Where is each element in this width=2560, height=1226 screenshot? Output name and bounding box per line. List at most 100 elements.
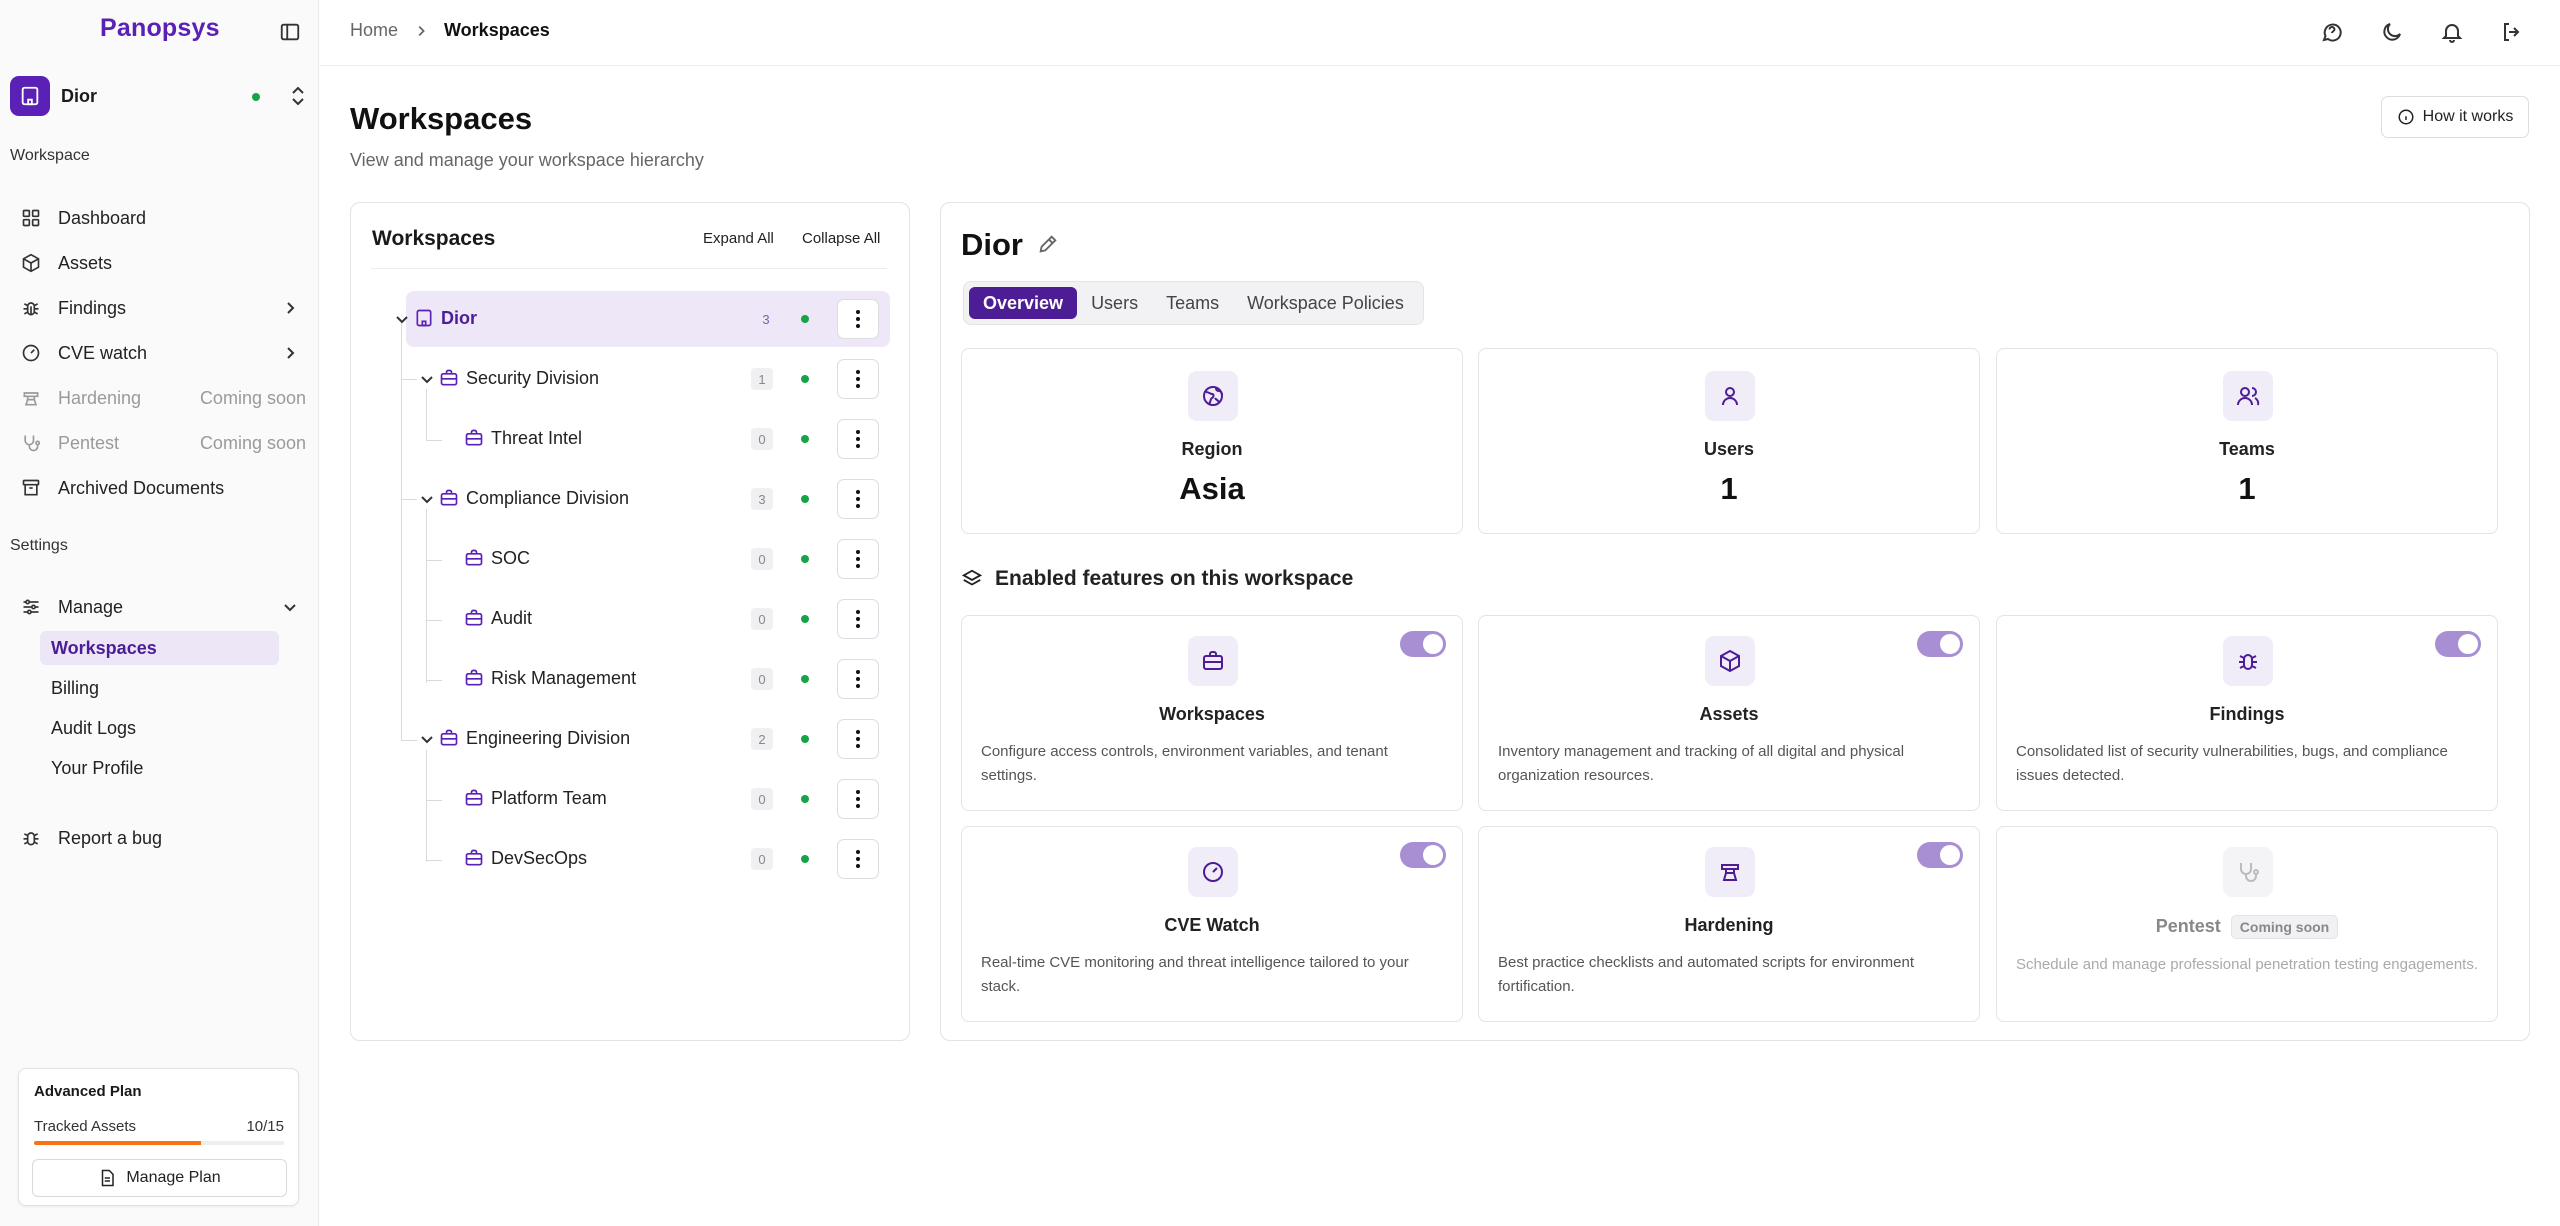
moon-icon[interactable] xyxy=(2380,20,2404,44)
more-vertical-icon[interactable] xyxy=(837,839,879,879)
tree-row[interactable]: DevSecOps 0 xyxy=(406,831,890,887)
chevron-down-icon[interactable] xyxy=(419,371,435,387)
more-vertical-icon[interactable] xyxy=(837,299,879,339)
briefcase-icon xyxy=(464,788,484,808)
feature-name: Pentest xyxy=(2155,915,2221,936)
stethoscope-icon xyxy=(2223,847,2273,897)
stat-label: Users xyxy=(1703,439,1755,459)
tab-overview[interactable]: Overview xyxy=(969,287,1078,319)
feature-toggle[interactable] xyxy=(1917,631,1963,657)
tab-teams[interactable]: Teams xyxy=(1152,287,1233,319)
tree-row[interactable]: SOC 0 xyxy=(406,531,890,587)
tree-node-name: Engineering Division xyxy=(466,728,631,748)
tree-row[interactable]: Compliance Division 3 xyxy=(406,471,890,527)
stat-value: 1 xyxy=(2238,471,2256,506)
nav-manage[interactable]: Manage xyxy=(10,587,306,627)
more-vertical-icon[interactable] xyxy=(837,659,879,699)
bell-icon[interactable] xyxy=(2440,20,2464,44)
more-vertical-icon[interactable] xyxy=(837,479,879,519)
child-count-badge: 0 xyxy=(751,668,773,690)
more-vertical-icon[interactable] xyxy=(837,419,879,459)
more-vertical-icon[interactable] xyxy=(837,359,879,399)
tree-row[interactable]: Dior 3 xyxy=(396,291,890,347)
panopsys-logo[interactable]: Panopsys xyxy=(100,14,220,43)
tree-row[interactable]: Engineering Division 2 xyxy=(406,711,890,767)
logout-icon[interactable] xyxy=(2500,20,2524,44)
box-icon xyxy=(20,252,42,274)
briefcase-icon xyxy=(439,488,459,508)
status-dot xyxy=(801,615,809,623)
sub-nav-your-profile[interactable]: Your Profile xyxy=(40,751,279,785)
nav-label: Archived Documents xyxy=(58,477,225,498)
more-vertical-icon[interactable] xyxy=(837,599,879,639)
tree-node-name: Security Division xyxy=(466,368,600,388)
building-icon xyxy=(10,76,50,116)
sidebar-toggle-icon[interactable] xyxy=(279,21,301,43)
plan-progress-fill xyxy=(34,1141,201,1145)
help-chat-icon[interactable] xyxy=(2320,20,2344,44)
stat-card-region: Region Asia xyxy=(961,348,1463,534)
feature-description: Consolidated list of security vulnerabil… xyxy=(2016,743,2448,784)
sub-nav-billing[interactable]: Billing xyxy=(40,671,279,705)
status-dot xyxy=(801,315,809,323)
child-count-badge: 3 xyxy=(762,311,770,327)
briefcase-icon xyxy=(464,848,484,868)
nav-findings[interactable]: Findings xyxy=(10,288,306,328)
nav-report-bug[interactable]: Report a bug xyxy=(10,818,306,858)
expand-all-button[interactable]: Expand All xyxy=(703,230,774,247)
feature-toggle[interactable] xyxy=(1400,631,1446,657)
nav-label: Report a bug xyxy=(58,827,163,848)
chevron-down-icon[interactable] xyxy=(419,491,435,507)
tree-node-name: Risk Management xyxy=(491,668,637,688)
features-heading: Enabled features on this workspace xyxy=(961,567,1353,591)
plan-card: Advanced Plan Tracked Assets 10/15 Manag… xyxy=(18,1068,299,1206)
tab-users[interactable]: Users xyxy=(1077,287,1152,319)
feature-card-assets: Assets Inventory management and tracking… xyxy=(1478,615,1980,811)
how-it-works-button[interactable]: How it works xyxy=(2381,96,2529,138)
toggle-knob xyxy=(1940,845,1960,865)
nav-dashboard[interactable]: Dashboard xyxy=(10,198,306,238)
feature-name-row: Pentest Coming soon xyxy=(1997,915,2497,939)
stat-label: Teams xyxy=(2219,439,2275,459)
feature-toggle[interactable] xyxy=(2435,631,2481,657)
status-dot xyxy=(801,435,809,443)
tree-row[interactable]: Platform Team 0 xyxy=(406,771,890,827)
nav-archived-documents[interactable]: Archived Documents xyxy=(10,468,306,508)
sub-nav-audit-logs[interactable]: Audit Logs xyxy=(40,711,279,745)
stat-value: 1 xyxy=(1720,471,1738,506)
feature-toggle[interactable] xyxy=(1400,842,1446,868)
chevron-right-icon xyxy=(282,345,298,361)
feature-card-cve-watch: CVE Watch Real-time CVE monitoring and t… xyxy=(961,826,1463,1022)
stat-card-teams: Teams 1 xyxy=(1996,348,2498,534)
pencil-icon[interactable] xyxy=(1037,233,1059,255)
manage-plan-button[interactable]: Manage Plan xyxy=(32,1159,287,1197)
how-it-works-label: How it works xyxy=(2422,108,2514,125)
topbar: Home Workspaces xyxy=(320,0,2560,66)
nav-assets[interactable]: Assets xyxy=(10,243,306,283)
sub-nav-workspaces[interactable]: Workspaces xyxy=(40,631,279,665)
more-vertical-icon[interactable] xyxy=(837,779,879,819)
briefcase-icon xyxy=(439,368,459,388)
more-vertical-icon[interactable] xyxy=(837,539,879,579)
breadcrumb-home[interactable]: Home xyxy=(350,20,398,41)
tree-row[interactable]: Risk Management 0 xyxy=(406,651,890,707)
feature-card-hardening: Hardening Best practice checklists and a… xyxy=(1478,826,1980,1022)
tree-row[interactable]: Security Division 1 xyxy=(406,351,890,407)
tree-row[interactable]: Threat Intel 0 xyxy=(406,411,890,467)
nav-cve-watch[interactable]: CVE watch xyxy=(10,333,306,373)
tree-row[interactable]: Audit 0 xyxy=(406,591,890,647)
chevron-down-icon xyxy=(282,599,298,615)
feature-toggle[interactable] xyxy=(1917,842,1963,868)
tab-workspace-policies[interactable]: Workspace Policies xyxy=(1233,287,1418,319)
workspace-detail-panel: Dior Overview Users Teams Workspace Poli… xyxy=(940,202,2530,1041)
feature-name: Findings xyxy=(2209,704,2285,724)
chevron-down-icon[interactable] xyxy=(419,731,435,747)
globe-icon xyxy=(1188,371,1238,421)
status-dot xyxy=(801,675,809,683)
chevron-down-icon[interactable] xyxy=(394,311,410,327)
more-vertical-icon[interactable] xyxy=(837,719,879,759)
workspace-switcher[interactable]: Dior xyxy=(0,72,319,122)
nav-hardening: Hardening Coming soon xyxy=(10,378,306,418)
document-icon xyxy=(102,1169,115,1187)
collapse-all-button[interactable]: Collapse All xyxy=(802,230,880,247)
